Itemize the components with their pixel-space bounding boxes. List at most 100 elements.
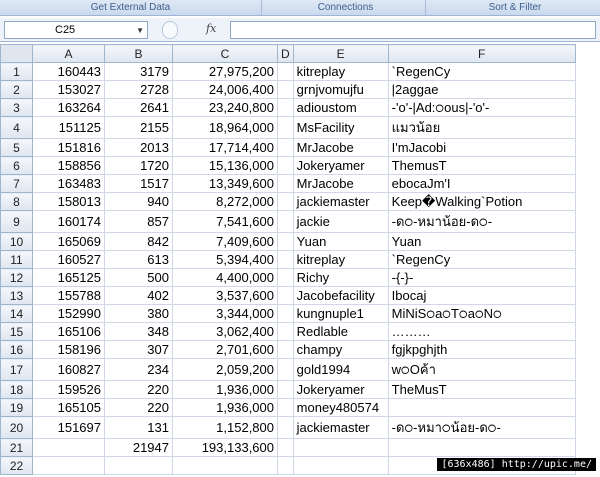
cell-a[interactable]: 151697 [32, 416, 105, 439]
cell-b[interactable]: 842 [104, 232, 173, 251]
cell-b[interactable]: 220 [104, 398, 173, 417]
cell-b[interactable]: 234 [104, 358, 173, 381]
cell-d[interactable] [277, 286, 294, 305]
cell-f[interactable]: ThemusT [387, 156, 576, 175]
column-header-e[interactable]: E [292, 44, 389, 63]
cell-e[interactable]: Redlable [292, 322, 389, 341]
cell-c[interactable]: 13,349,600 [172, 174, 278, 193]
row-header[interactable]: 2 [0, 80, 33, 99]
row-header[interactable]: 6 [0, 156, 33, 175]
cell-b[interactable]: 220 [104, 380, 173, 399]
cell-e[interactable]: Jacobefacility [292, 286, 389, 305]
cell-a[interactable]: 151816 [32, 138, 105, 157]
cell-a[interactable] [32, 438, 105, 457]
column-header-a[interactable]: A [32, 44, 105, 63]
cell-b[interactable]: 613 [104, 250, 173, 269]
cell-b[interactable]: 131 [104, 416, 173, 439]
cell-f[interactable]: Ibocaj [387, 286, 576, 305]
column-header-d[interactable]: D [277, 44, 294, 63]
row-header[interactable]: 16 [0, 340, 33, 359]
cell-a[interactable]: 155788 [32, 286, 105, 305]
row-header[interactable]: 7 [0, 174, 33, 193]
cell-c[interactable]: 24,006,400 [172, 80, 278, 99]
cell-b[interactable]: 2013 [104, 138, 173, 157]
ribbon-group-connections[interactable]: Connections [266, 0, 426, 16]
cell-b[interactable]: 348 [104, 322, 173, 341]
name-box[interactable]: C25 ▼ [4, 21, 148, 39]
cell-d[interactable] [277, 232, 294, 251]
cell-b[interactable]: 1720 [104, 156, 173, 175]
cell-a[interactable]: 158013 [32, 192, 105, 211]
row-header[interactable]: 19 [0, 398, 33, 417]
cell-a[interactable]: 160443 [32, 62, 105, 81]
cell-b[interactable]: 1517 [104, 174, 173, 193]
cell-e[interactable] [292, 438, 389, 457]
cell-e[interactable]: MrJacobe [292, 174, 389, 193]
row-header[interactable]: 11 [0, 250, 33, 269]
cell-b[interactable]: 21947 [104, 438, 173, 457]
cell-e[interactable]: Richy [292, 268, 389, 287]
cell-b[interactable]: 3179 [104, 62, 173, 81]
cell-d[interactable] [277, 62, 294, 81]
cell-d[interactable] [277, 456, 294, 475]
insert-function-button[interactable]: fx [206, 22, 216, 35]
row-header[interactable]: 8 [0, 192, 33, 211]
cell-d[interactable] [277, 192, 294, 211]
cell-e[interactable]: jackiemaster [292, 416, 389, 439]
cell-e[interactable]: jackie [292, 210, 389, 233]
cell-c[interactable]: 7,541,600 [172, 210, 278, 233]
cell-f[interactable]: ebocaJm'I [387, 174, 576, 193]
cell-d[interactable] [277, 304, 294, 323]
cell-a[interactable]: 153027 [32, 80, 105, 99]
cell-f[interactable]: Yuan [387, 232, 576, 251]
cell-e[interactable]: money480574 [292, 398, 389, 417]
cell-e[interactable]: kitreplay [292, 62, 389, 81]
cell-c[interactable]: 3,062,400 [172, 322, 278, 341]
cell-b[interactable]: 307 [104, 340, 173, 359]
row-header[interactable]: 4 [0, 116, 33, 139]
cell-d[interactable] [277, 322, 294, 341]
cell-b[interactable]: 380 [104, 304, 173, 323]
cell-c[interactable]: 7,409,600 [172, 232, 278, 251]
cell-f[interactable] [387, 438, 576, 457]
cell-c[interactable]: 1,152,800 [172, 416, 278, 439]
cell-c[interactable] [172, 456, 278, 475]
cell-a[interactable] [32, 456, 105, 475]
cell-f[interactable] [387, 398, 576, 417]
cell-f[interactable]: Keep�Walking`Potion [387, 192, 576, 211]
cell-d[interactable] [277, 174, 294, 193]
cell-e[interactable]: jackiemaster [292, 192, 389, 211]
column-header-c[interactable]: C [172, 44, 278, 63]
cell-e[interactable]: MsFacility [292, 116, 389, 139]
row-header[interactable]: 13 [0, 286, 33, 305]
cell-c[interactable]: 193,133,600 [172, 438, 278, 457]
row-header[interactable]: 20 [0, 416, 33, 439]
cell-a[interactable]: 151125 [32, 116, 105, 139]
cell-e[interactable]: Yuan [292, 232, 389, 251]
cell-d[interactable] [277, 398, 294, 417]
cell-e[interactable] [292, 456, 389, 475]
cell-d[interactable] [277, 358, 294, 381]
cell-f[interactable]: -ด੦-หมา੦น้อย-ด੦- [387, 416, 576, 439]
cell-a[interactable]: 165105 [32, 398, 105, 417]
cell-d[interactable] [277, 438, 294, 457]
cell-b[interactable] [104, 456, 173, 475]
cell-f[interactable]: |2aggae [387, 80, 576, 99]
cell-e[interactable]: grnjvomujfu [292, 80, 389, 99]
cell-e[interactable]: kitreplay [292, 250, 389, 269]
select-all-corner[interactable] [0, 44, 33, 63]
cell-d[interactable] [277, 116, 294, 139]
cell-d[interactable] [277, 210, 294, 233]
cell-f[interactable]: `RegenCy [387, 62, 576, 81]
formula-bar-resize-handle[interactable] [162, 21, 178, 39]
cell-b[interactable]: 940 [104, 192, 173, 211]
cell-c[interactable]: 18,964,000 [172, 116, 278, 139]
row-header[interactable]: 1 [0, 62, 33, 81]
cell-d[interactable] [277, 98, 294, 117]
cell-a[interactable]: 160174 [32, 210, 105, 233]
cell-a[interactable]: 158196 [32, 340, 105, 359]
row-header[interactable]: 22 [0, 456, 33, 475]
cell-c[interactable]: 8,272,000 [172, 192, 278, 211]
cell-e[interactable]: champy [292, 340, 389, 359]
cell-d[interactable] [277, 268, 294, 287]
